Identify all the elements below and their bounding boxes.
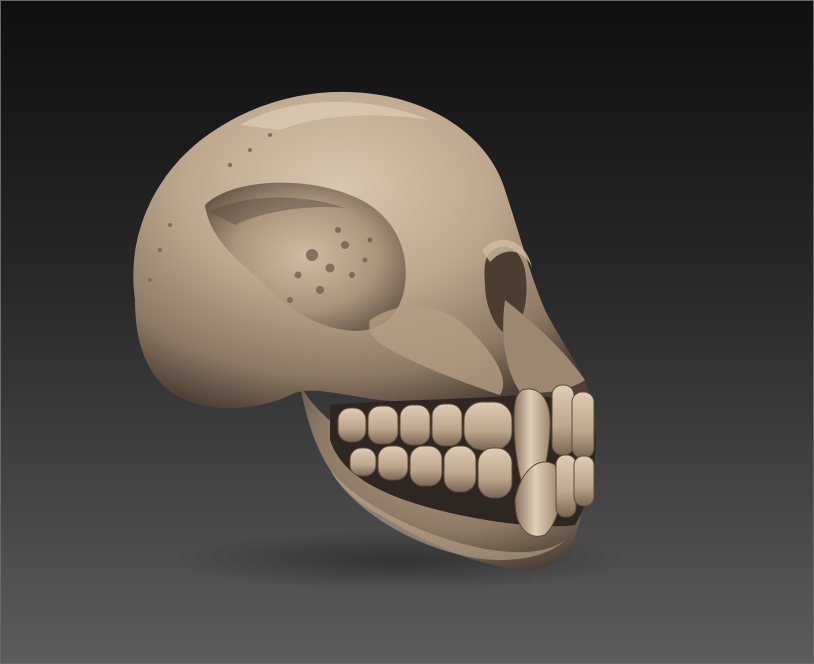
render-canvas[interactable] [0,0,814,664]
skull-front-teeth [551,384,595,518]
sculpt-viewport[interactable] [0,0,814,664]
